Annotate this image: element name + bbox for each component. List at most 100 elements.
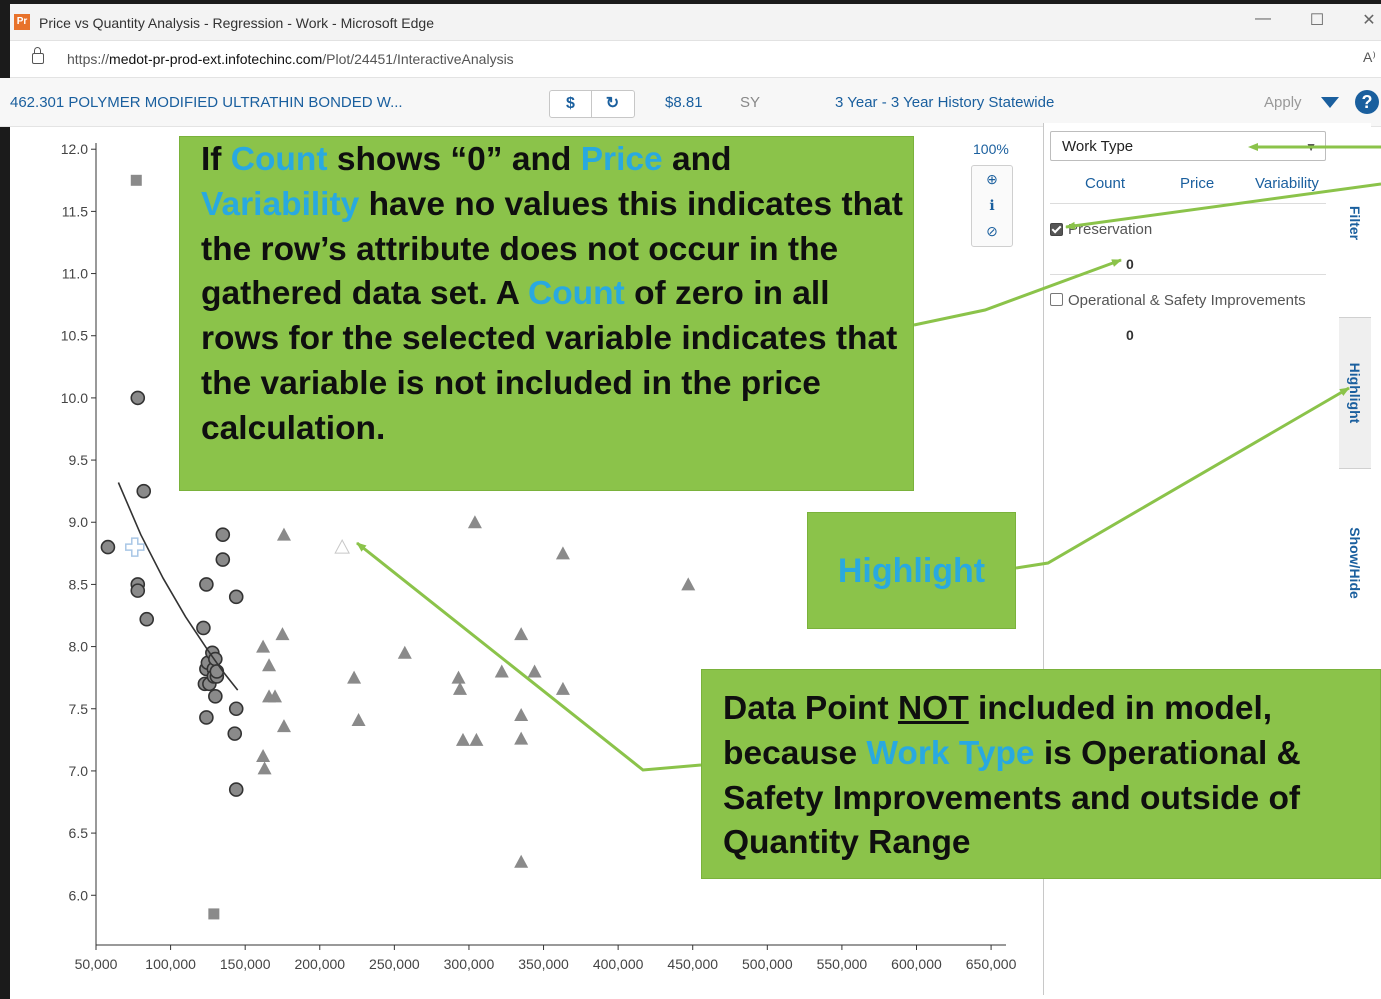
- data-point-triangle: [276, 527, 291, 541]
- data-point-triangle: [514, 707, 529, 721]
- data-point-circle: [215, 552, 231, 567]
- keyword-count: Count: [230, 141, 328, 178]
- x-tick-label: 100,000: [145, 956, 196, 972]
- data-point-plus: [125, 537, 145, 557]
- data-point-triangle: [453, 681, 467, 695]
- data-point-triangle: [275, 627, 290, 641]
- keyword-count: Count: [528, 275, 625, 313]
- data-point-triangle: [514, 854, 529, 868]
- data-point-circle: [199, 710, 214, 725]
- data-point-circle: [208, 689, 223, 704]
- text: If: [201, 141, 231, 178]
- y-tick-label: 7.0: [69, 763, 89, 779]
- y-tick-label: 9.0: [69, 514, 89, 530]
- data-point-circle: [228, 701, 244, 717]
- data-point-triangle: [351, 712, 366, 726]
- tab-filter-label: Filter: [1347, 205, 1363, 241]
- data-point-circle: [228, 782, 244, 797]
- data-point-triangle: [527, 664, 542, 678]
- x-tick-label: 50,000: [75, 956, 118, 972]
- column-variability[interactable]: Variability: [1255, 175, 1319, 192]
- data-point-triangle: [276, 719, 291, 733]
- data-point-circle: [196, 620, 211, 636]
- data-point-triangle: [397, 645, 412, 659]
- x-tick-label: 650,000: [966, 956, 1017, 972]
- data-point-excluded: [334, 539, 350, 554]
- data-point-square: [130, 174, 142, 186]
- keyword-price: Price: [580, 141, 663, 178]
- preservation-count: 0: [1126, 256, 1134, 272]
- tab-filter[interactable]: Filter: [1339, 133, 1371, 313]
- data-point-triangle: [555, 546, 570, 560]
- data-point-circle: [100, 539, 116, 555]
- y-tick-label: 11.5: [62, 203, 88, 219]
- select-value: Work Type: [1062, 138, 1134, 155]
- data-point-triangle: [555, 681, 570, 695]
- data-point-triangle: [256, 749, 271, 763]
- x-tick-label: 400,000: [593, 956, 644, 972]
- work-type-select[interactable]: Work Type ▼: [1050, 131, 1326, 161]
- data-point-triangle: [451, 670, 466, 684]
- data-point-triangle: [262, 658, 277, 672]
- x-tick-label: 200,000: [294, 956, 345, 972]
- tab-highlight-label: Highlight: [1347, 362, 1363, 424]
- y-tick-label: 6.5: [69, 825, 89, 841]
- data-point-triangle: [514, 627, 529, 641]
- data-point-circle: [136, 483, 152, 499]
- data-point-circle: [228, 589, 244, 605]
- x-tick-label: 500,000: [742, 956, 793, 972]
- data-point-circle: [209, 664, 225, 679]
- data-point-triangle: [514, 731, 529, 745]
- data-point-circle: [215, 527, 231, 542]
- x-tick-label: 150,000: [220, 956, 271, 972]
- keyword-work-type: Work Type: [866, 734, 1035, 772]
- data-point-triangle: [256, 639, 271, 653]
- text: Data Point: [723, 690, 898, 727]
- divider: [1050, 203, 1326, 204]
- operational-checkbox[interactable]: [1050, 293, 1063, 306]
- x-tick-label: 300,000: [444, 956, 495, 972]
- zoom-percent: 100%: [973, 141, 1009, 157]
- data-point-circle: [199, 577, 214, 592]
- y-tick-label: 10.5: [61, 328, 88, 344]
- highlight-callout: Highlight: [807, 512, 1016, 629]
- data-point-triangle: [347, 670, 362, 684]
- data-point-triangle: [467, 515, 482, 529]
- text-underlined: NOT: [897, 690, 969, 727]
- y-tick-label: 11.0: [62, 266, 88, 282]
- info-icon[interactable]: ℹ: [972, 192, 1012, 218]
- preservation-checkbox[interactable]: [1050, 223, 1063, 236]
- x-tick-label: 350,000: [518, 956, 569, 972]
- y-tick-label: 10.0: [61, 390, 88, 406]
- zoom-in-icon[interactable]: ⊕: [972, 166, 1012, 192]
- x-tick-label: 550,000: [817, 956, 868, 972]
- operational-label: Operational & Safety Improvements: [1068, 292, 1306, 309]
- column-price[interactable]: Price: [1180, 175, 1214, 192]
- x-tick-label: 600,000: [891, 956, 942, 972]
- tab-show-hide-label: Show/Hide: [1347, 527, 1363, 599]
- column-count[interactable]: Count: [1085, 175, 1125, 192]
- data-point-circle: [130, 583, 146, 598]
- text: shows “0” and: [327, 141, 581, 178]
- y-tick-label: 8.0: [69, 639, 89, 655]
- y-tick-label: 9.5: [69, 452, 89, 468]
- chevron-down-icon: ▼: [1305, 140, 1317, 154]
- tab-highlight[interactable]: Highlight: [1339, 317, 1371, 469]
- zoom-tools: ⊕ ℹ ⊘: [971, 165, 1013, 247]
- tab-show-hide[interactable]: Show/Hide: [1339, 473, 1371, 653]
- data-point-triangle: [257, 761, 272, 775]
- reset-zoom-icon[interactable]: ⊘: [972, 218, 1012, 244]
- x-tick-label: 250,000: [369, 956, 420, 972]
- preservation-label: Preservation: [1068, 221, 1153, 238]
- data-point-circle: [227, 726, 243, 741]
- data-point-triangle: [681, 577, 696, 591]
- y-tick-label: 6.0: [69, 887, 89, 903]
- data-point-circle: [139, 611, 155, 627]
- datapoint-callout: Data Point NOT included in model, becaus…: [701, 669, 1381, 879]
- data-point-triangle: [494, 664, 509, 678]
- keyword-variability: Variability: [201, 185, 360, 223]
- data-point-triangle: [455, 732, 470, 746]
- data-point-circle: [130, 390, 146, 406]
- y-tick-label: 7.5: [69, 701, 89, 717]
- data-point-triangle: [469, 732, 484, 746]
